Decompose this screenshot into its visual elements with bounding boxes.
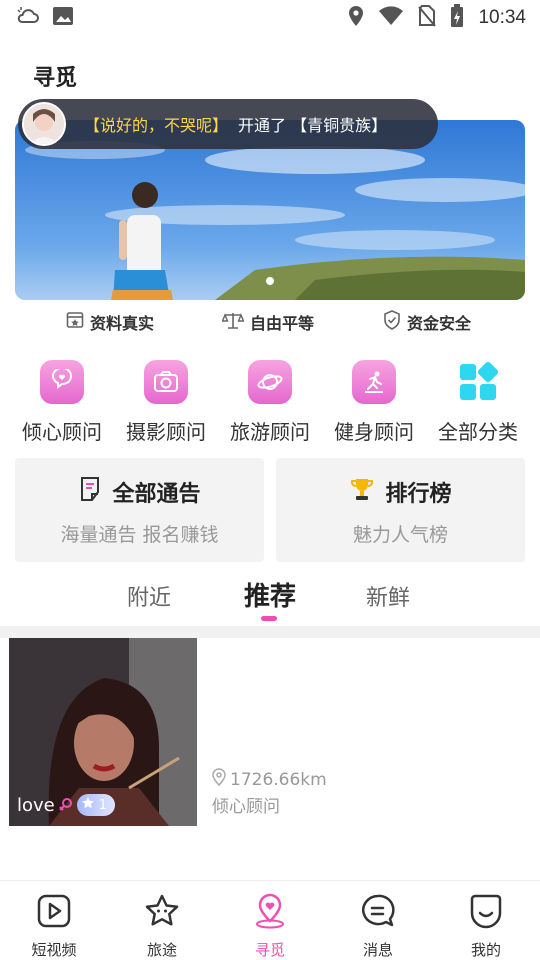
status-bar: 10:34 (0, 0, 540, 36)
notice-message: 开通了 【青铜贵族】 (238, 116, 388, 135)
trust-label: 资金安全 (407, 314, 472, 333)
nav-label: 我的 (470, 941, 501, 959)
category-item-heart[interactable]: 倾心顾问 (10, 360, 114, 445)
trust-label: 自由平等 (250, 314, 315, 333)
camera-icon (144, 360, 188, 404)
trust-item-equality: 自由平等 (221, 310, 315, 334)
battery-icon (450, 4, 464, 32)
nav-item-short-video[interactable]: 短视频 (0, 893, 108, 960)
notice-ticker[interactable]: 【说好的，不哭呢】 开通了 【青铜贵族】 (18, 99, 438, 149)
heart-chat-icon (40, 360, 84, 404)
category-label: 旅游顾问 (230, 420, 310, 444)
wifi-icon (378, 6, 404, 30)
tab-recommended[interactable]: 推荐 (244, 576, 296, 613)
bottom-nav: 短视频 旅途 寻觅 消息 我的 (0, 880, 540, 960)
section-divider (0, 626, 540, 638)
list-item-distance: 1726.66km (212, 768, 327, 791)
list-item-category: 倾心顾问 (212, 797, 280, 817)
category-item-travel[interactable]: 旅游顾问 (218, 360, 322, 445)
avatar (22, 102, 66, 146)
nav-item-messages[interactable]: 消息 (324, 893, 432, 960)
nav-label: 寻觅 (254, 941, 285, 959)
category-grid: 倾心顾问 摄影顾问 旅游顾问 健身顾问 全部分类 (0, 360, 540, 450)
star-badge-icon (81, 796, 95, 814)
distance-value: 1726.66km (230, 769, 327, 790)
video-icon (36, 893, 72, 933)
carousel-indicator (266, 277, 274, 285)
tab-active-indicator (261, 616, 277, 621)
level-badge: 1 (76, 794, 116, 816)
location-pin-small-icon (212, 768, 226, 791)
tab-nearby[interactable]: 附近 (127, 580, 171, 612)
category-item-all[interactable]: 全部分类 (426, 360, 530, 445)
trust-item-funds: 资金安全 (383, 310, 471, 334)
tab-fresh[interactable]: 新鲜 (366, 580, 410, 612)
profile-card-icon (66, 311, 84, 333)
star-icon (144, 893, 180, 933)
location-pin-icon (252, 893, 288, 933)
no-sim-icon (418, 5, 437, 31)
list-item-name: love (17, 794, 55, 816)
card-subtitle: 魅力人气榜 (352, 524, 448, 546)
category-label: 健身顾问 (334, 420, 414, 444)
list-item-name-row: love 1 (17, 794, 116, 816)
ranking-card[interactable]: 排行榜 魅力人气榜 (276, 458, 525, 562)
nav-item-discover[interactable]: 寻觅 (216, 893, 324, 960)
message-icon (360, 893, 396, 933)
notice-user: 【说好的，不哭呢】 (84, 116, 229, 135)
card-title: 全部通告 (112, 482, 201, 507)
category-item-fitness[interactable]: 健身顾问 (322, 360, 426, 445)
trust-badges: 资料真实 自由平等 资金安全 (0, 310, 540, 338)
trophy-icon (349, 476, 375, 508)
grid-icon (456, 360, 500, 404)
card-title: 排行榜 (385, 482, 452, 507)
trust-label: 资料真实 (90, 314, 155, 333)
nav-label: 旅途 (146, 941, 177, 959)
smile-icon (468, 893, 504, 933)
location-icon (348, 5, 364, 31)
card-subtitle: 海量通告 报名赚钱 (60, 524, 219, 546)
page-title: 寻觅 (33, 66, 78, 91)
nav-item-me[interactable]: 我的 (432, 893, 540, 960)
category-item-photo[interactable]: 摄影顾问 (114, 360, 218, 445)
nav-label: 短视频 (31, 941, 77, 959)
trust-item-profile: 资料真实 (66, 310, 154, 334)
image-icon (52, 6, 74, 30)
feed-tabs: 附近 推荐 新鲜 (0, 572, 540, 626)
shield-icon (383, 310, 401, 334)
status-time: 10:34 (478, 7, 526, 28)
all-notices-card[interactable]: 全部通告 海量通告 报名赚钱 (15, 458, 264, 562)
balance-scale-icon (221, 311, 245, 333)
nav-label: 消息 (362, 941, 393, 959)
fitness-icon (352, 360, 396, 404)
level-value: 1 (98, 797, 108, 813)
notice-icon (78, 476, 102, 508)
category-label: 全部分类 (438, 420, 518, 444)
category-label: 摄影顾问 (126, 420, 206, 444)
female-gender-icon (59, 795, 73, 816)
nav-item-journey[interactable]: 旅途 (108, 893, 216, 960)
cloud-icon (16, 6, 40, 30)
planet-icon (248, 360, 292, 404)
category-label: 倾心顾问 (22, 420, 102, 444)
